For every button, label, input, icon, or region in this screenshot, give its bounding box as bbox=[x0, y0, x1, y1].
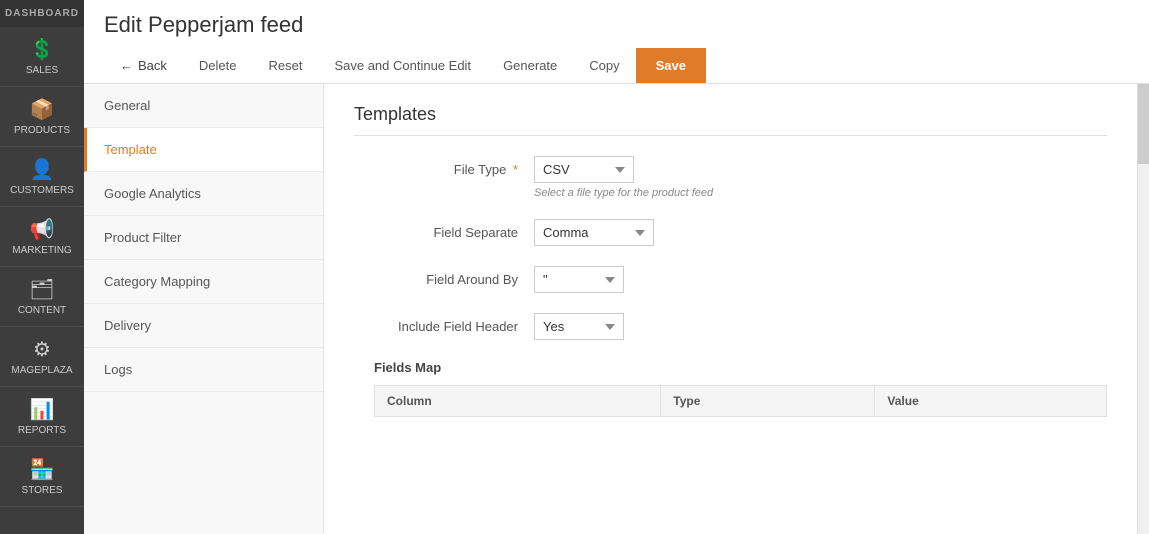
sidebar-item-reports[interactable]: 📊 REPORTS bbox=[0, 387, 84, 447]
marketing-icon: 📢 bbox=[30, 217, 55, 242]
column-header-type: Type bbox=[661, 386, 875, 417]
nav-item-logs[interactable]: Logs bbox=[84, 348, 323, 392]
copy-button[interactable]: Copy bbox=[573, 48, 635, 83]
field-separate-label: Field Separate bbox=[354, 219, 534, 240]
sidebar-item-products[interactable]: 📦 PRODUCTS bbox=[0, 87, 84, 147]
fields-map-title: Fields Map bbox=[374, 360, 441, 375]
sidebar-item-label-sales: SALES bbox=[26, 65, 58, 76]
sidebar-item-customers[interactable]: 👤 CUSTOMERS bbox=[0, 147, 84, 207]
products-icon: 📦 bbox=[30, 97, 55, 122]
nav-item-product-filter[interactable]: Product Filter bbox=[84, 216, 323, 260]
toolbar: ← Back Delete Reset Save and Continue Ed… bbox=[104, 48, 1129, 83]
field-around-by-select[interactable]: " ' None bbox=[534, 266, 624, 293]
page-title: Edit Pepperjam feed bbox=[104, 12, 1129, 38]
nav-item-delivery[interactable]: Delivery bbox=[84, 304, 323, 348]
back-button[interactable]: ← Back bbox=[104, 48, 183, 83]
include-field-header-label: Include Field Header bbox=[354, 313, 534, 334]
sidebar-item-label-mageplaza: MAGEPLAZA bbox=[11, 365, 72, 376]
sidebar: DASHBOARD 💲 SALES 📦 PRODUCTS 👤 CUSTOMERS… bbox=[0, 0, 84, 534]
page-header: Edit Pepperjam feed ← Back Delete Reset … bbox=[84, 0, 1149, 84]
sidebar-item-mageplaza[interactable]: ⚙ MAGEPLAZA bbox=[0, 327, 84, 387]
save-continue-button[interactable]: Save and Continue Edit bbox=[318, 48, 487, 83]
table-header-row: Column Type Value bbox=[375, 386, 1107, 417]
nav-item-category-mapping[interactable]: Category Mapping bbox=[84, 260, 323, 304]
include-field-header-control: Yes No bbox=[534, 313, 1107, 340]
left-nav: General Template Google Analytics Produc… bbox=[84, 84, 324, 534]
stores-icon: 🏪 bbox=[30, 457, 55, 482]
include-field-header-select[interactable]: Yes No bbox=[534, 313, 624, 340]
nav-item-template[interactable]: Template bbox=[84, 128, 323, 172]
reset-button[interactable]: Reset bbox=[252, 48, 318, 83]
delete-button[interactable]: Delete bbox=[183, 48, 253, 83]
nav-item-google-analytics[interactable]: Google Analytics bbox=[84, 172, 323, 216]
sidebar-item-label-marketing: MARKETING bbox=[12, 245, 71, 256]
sidebar-item-marketing[interactable]: 📢 MARKETING bbox=[0, 207, 84, 267]
sidebar-item-label-content: CONTENT bbox=[18, 305, 66, 316]
generate-button[interactable]: Generate bbox=[487, 48, 573, 83]
back-arrow-icon: ← bbox=[120, 58, 133, 73]
required-indicator: * bbox=[513, 162, 518, 177]
sidebar-item-stores[interactable]: 🏪 STORES bbox=[0, 447, 84, 507]
scrollbar-thumb[interactable] bbox=[1138, 84, 1149, 164]
column-header-value: Value bbox=[875, 386, 1107, 417]
fields-map-section: Fields Map Column Type Value bbox=[354, 360, 1107, 417]
include-field-header-row: Include Field Header Yes No bbox=[354, 313, 1107, 340]
file-type-row: File Type * CSV XML TXT Select a file ty… bbox=[354, 156, 1107, 199]
sales-icon: 💲 bbox=[30, 37, 55, 62]
file-type-select[interactable]: CSV XML TXT bbox=[534, 156, 634, 183]
content-icon: 🗂 bbox=[29, 277, 54, 302]
field-separate-select[interactable]: Comma Tab Pipe Semicolon bbox=[534, 219, 654, 246]
section-title: Templates bbox=[354, 104, 1107, 136]
file-type-label: File Type * bbox=[354, 156, 534, 177]
content-area: General Template Google Analytics Produc… bbox=[84, 84, 1149, 534]
fields-map-table: Column Type Value bbox=[374, 385, 1107, 417]
field-separate-row: Field Separate Comma Tab Pipe Semicolon bbox=[354, 219, 1107, 246]
file-type-hint: Select a file type for the product feed bbox=[534, 187, 1107, 199]
sidebar-item-label-customers: CUSTOMERS bbox=[10, 185, 74, 196]
customers-icon: 👤 bbox=[30, 157, 55, 182]
field-around-by-control: " ' None bbox=[534, 266, 1107, 293]
sidebar-item-label-products: PRODUCTS bbox=[14, 125, 70, 136]
reports-icon: 📊 bbox=[30, 397, 55, 422]
main-area: Edit Pepperjam feed ← Back Delete Reset … bbox=[84, 0, 1149, 534]
right-panel: Templates File Type * CSV XML TXT Select… bbox=[324, 84, 1137, 534]
nav-item-general[interactable]: General bbox=[84, 84, 323, 128]
sidebar-item-label-reports: REPORTS bbox=[18, 425, 66, 436]
mageplaza-icon: ⚙ bbox=[33, 337, 51, 362]
sidebar-item-sales[interactable]: 💲 SALES bbox=[0, 27, 84, 87]
file-type-control: CSV XML TXT Select a file type for the p… bbox=[534, 156, 1107, 199]
field-separate-control: Comma Tab Pipe Semicolon bbox=[534, 219, 1107, 246]
sidebar-item-label-stores: STORES bbox=[22, 485, 63, 496]
page-scrollbar[interactable] bbox=[1137, 84, 1149, 534]
field-around-by-row: Field Around By " ' None bbox=[354, 266, 1107, 293]
save-button[interactable]: Save bbox=[636, 48, 706, 83]
field-around-by-label: Field Around By bbox=[354, 266, 534, 287]
column-header-column: Column bbox=[375, 386, 661, 417]
sidebar-dashboard-label[interactable]: DASHBOARD bbox=[0, 0, 84, 27]
sidebar-item-content[interactable]: 🗂 CONTENT bbox=[0, 267, 84, 327]
